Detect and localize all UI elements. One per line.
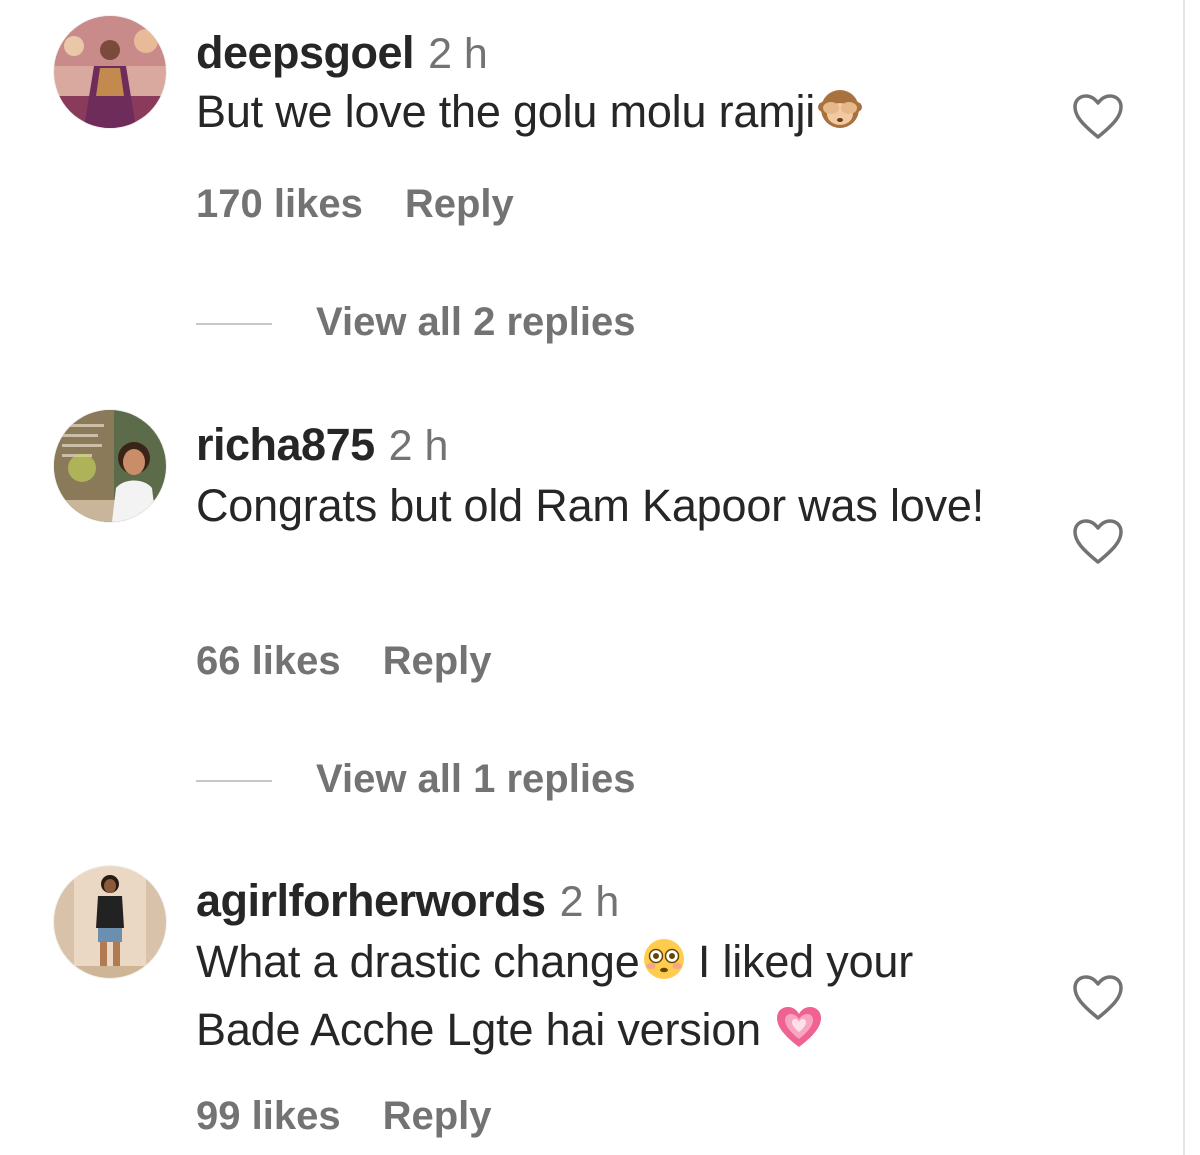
like-heart-icon[interactable]: [1072, 93, 1124, 141]
reply-button[interactable]: Reply: [405, 182, 514, 226]
view-replies-button[interactable]: View all 1 replies: [196, 759, 635, 799]
comment-1: deepsgoel 2 h But we love the golu molu r…: [0, 0, 1183, 370]
username[interactable]: richa875: [196, 419, 375, 470]
reply-button[interactable]: Reply: [383, 639, 492, 683]
comment-3: agirlforherwords 2 h What a drastic chang…: [0, 810, 1183, 1155]
likes-count[interactable]: 170 likes: [196, 182, 363, 226]
comment-text: But we love the golu molu ramji: [196, 80, 1026, 148]
flushed-face-icon: [642, 934, 686, 998]
avatar[interactable]: [54, 16, 166, 128]
timestamp: 2 h: [428, 30, 488, 78]
reply-button[interactable]: Reply: [383, 1094, 492, 1138]
see-no-evil-monkey-icon: [817, 84, 863, 148]
avatar[interactable]: [54, 410, 166, 522]
like-heart-icon[interactable]: [1072, 518, 1124, 566]
replies-divider: [196, 780, 272, 783]
timestamp: 2 h: [559, 878, 620, 926]
comment-text: What a drastic change I liked your Bade …: [196, 930, 1026, 1066]
timestamp: 2 h: [388, 422, 449, 470]
username[interactable]: deepsgoel: [196, 27, 415, 78]
likes-count[interactable]: 99 likes: [196, 1094, 341, 1138]
like-heart-icon[interactable]: [1072, 974, 1124, 1022]
likes-count[interactable]: 66 likes: [196, 639, 341, 683]
view-replies-button[interactable]: View all 2 replies: [196, 302, 635, 342]
replies-divider: [196, 323, 272, 326]
comment-text: Congrats but old Ram Kapoor was love!: [196, 480, 985, 531]
panel-border: [1183, 0, 1185, 1155]
comment-2: richa875 2 h Congrats but old Ram Kapoor …: [0, 370, 1183, 810]
avatar[interactable]: [54, 866, 166, 978]
growing-heart-icon: [775, 1002, 823, 1066]
username[interactable]: agirlforherwords: [196, 875, 546, 926]
